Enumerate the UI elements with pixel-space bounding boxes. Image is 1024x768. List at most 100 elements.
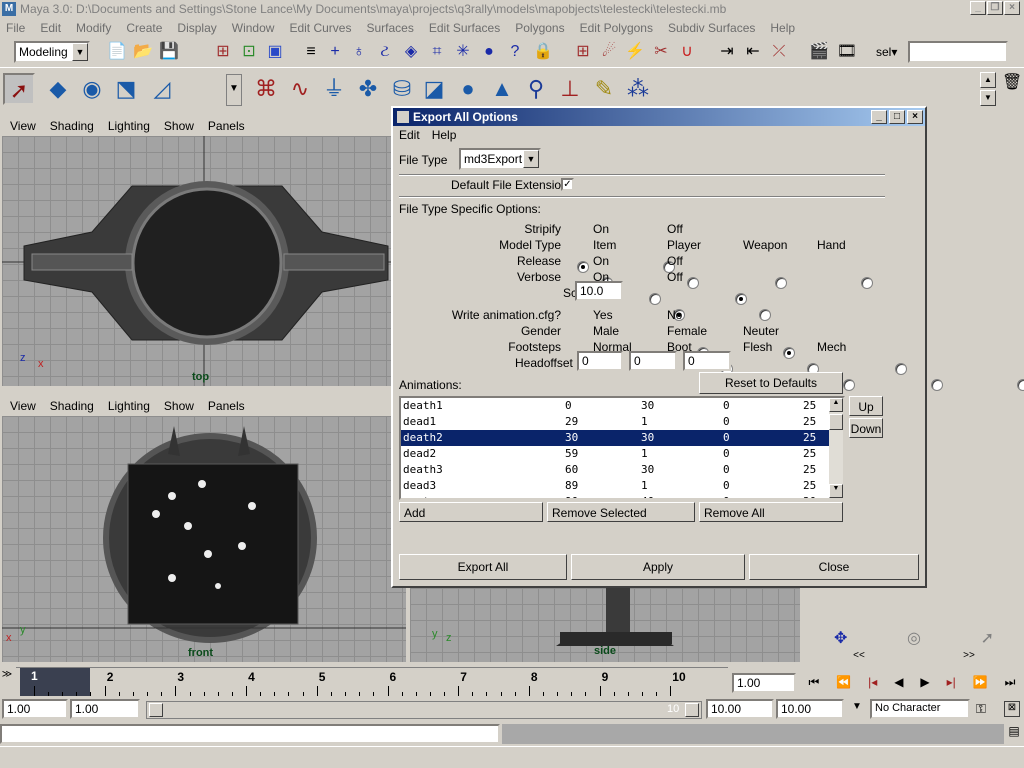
snap-grid-icon[interactable]: + (324, 41, 346, 63)
release-off-radio[interactable] (735, 292, 747, 305)
selection-mode-label[interactable]: sel▾ (876, 45, 897, 59)
nav-right[interactable]: >> (914, 650, 1024, 664)
apply-button[interactable]: Apply (571, 554, 745, 580)
model-type-hand-radio[interactable] (861, 276, 873, 289)
step-forward-icon[interactable]: ▸| (947, 675, 956, 689)
ipr-render-icon[interactable]: 🎞 (836, 41, 858, 63)
viewport-front[interactable]: View Shading Lighting Show Panels front y x (2, 396, 406, 662)
filter-icon[interactable]: ≡ (300, 41, 322, 63)
dialog-menu-help[interactable]: Help (432, 128, 457, 142)
step-back-key-icon[interactable]: ⏪ (836, 675, 851, 689)
viewport-menu-panels[interactable]: Panels (208, 119, 245, 133)
snap-magnet-icon[interactable]: ⚡ (624, 41, 646, 63)
viewport-menu-show[interactable]: Show (164, 119, 194, 133)
sphere-icon[interactable]: ● (452, 73, 484, 105)
select-hierarchy-icon[interactable]: ⊞ (212, 41, 234, 63)
timeline-track[interactable]: 1 2 3 4 5 6 7 8 9 10 (16, 667, 728, 697)
command-line[interactable] (0, 724, 500, 744)
lasso-tool-icon[interactable]: ◆ (42, 73, 74, 105)
minimize-button[interactable]: _ (970, 1, 986, 15)
export-all-button[interactable]: Export All (399, 554, 567, 580)
menu-file[interactable]: File (6, 21, 25, 35)
magnet-icon[interactable]: ∪ (676, 41, 698, 63)
dialog-close-button[interactable]: × (907, 110, 923, 124)
headoffset-x-field[interactable]: 0 (577, 351, 623, 371)
viewport-menu-lighting[interactable]: Lighting (108, 399, 150, 413)
play-forward-icon[interactable]: ▶ (920, 675, 929, 689)
go-end-icon[interactable]: ⏭ (1005, 675, 1016, 690)
output-icon[interactable]: ⇤ (742, 41, 764, 63)
animation-row[interactable]: dead1 29 1 0 25 (401, 414, 843, 430)
menu-help[interactable]: Help (770, 21, 795, 35)
cv-curve-icon[interactable]: ⌘ (250, 73, 282, 105)
menu-modify[interactable]: Modify (76, 21, 111, 35)
menu-subdiv-surfaces[interactable]: Subdiv Surfaces (668, 21, 755, 35)
scale-field[interactable]: 10.0 (575, 281, 623, 301)
headoffset-y-field[interactable]: 0 (629, 351, 677, 371)
range-handle-left[interactable] (149, 703, 163, 717)
menu-edit[interactable]: Edit (40, 21, 61, 35)
animation-row[interactable]: gesture 90 40 0 30 (401, 494, 843, 498)
input-icon[interactable]: ⇥ (716, 41, 738, 63)
select-object-icon[interactable]: ⊡ (238, 41, 260, 63)
menu-window[interactable]: Window (232, 21, 275, 35)
shelf-tabs-menu[interactable]: ▼ (226, 74, 242, 106)
render-globals-icon[interactable]: ✂ (650, 41, 672, 63)
release-on-radio[interactable] (649, 292, 661, 305)
up-button[interactable]: Up (849, 396, 883, 416)
playback-end-field[interactable]: 10.00 (706, 699, 774, 719)
open-scene-icon[interactable]: 📂 (132, 41, 154, 63)
animation-row[interactable]: death1 0 30 0 25 (401, 398, 843, 414)
particles-icon[interactable]: ⁂ (622, 73, 654, 105)
go-start-icon[interactable]: ⏮ (808, 675, 819, 690)
play-back-icon[interactable]: ◀ (894, 675, 903, 689)
extrude-icon[interactable]: ⛁ (386, 73, 418, 105)
menu-surfaces[interactable]: Surfaces (366, 21, 413, 35)
script-editor-icon[interactable]: ▤ (1006, 724, 1022, 744)
list-scrollbar[interactable]: ▲ ▼ (829, 398, 843, 498)
render-grid-icon[interactable]: ⊞ (572, 41, 594, 63)
ipr-icon[interactable]: ☄ (598, 41, 620, 63)
shelf-scroll-up[interactable]: ▲ (980, 72, 996, 88)
joint-icon[interactable]: ⚲ (520, 73, 552, 105)
menu-edit-polygons[interactable]: Edit Polygons (580, 21, 653, 35)
stripify-on-radio[interactable] (577, 260, 589, 273)
menu-display[interactable]: Display (177, 21, 216, 35)
snap-curve-icon[interactable]: ♁ (348, 41, 370, 63)
footsteps-mech-radio[interactable] (1017, 378, 1024, 391)
model-type-weapon-radio[interactable] (775, 276, 787, 289)
render-sphere-icon[interactable]: ● (478, 41, 500, 63)
menu-polygons[interactable]: Polygons (515, 21, 564, 35)
select-tool-icon[interactable]: ➚ (3, 73, 35, 105)
dialog-minimize-button[interactable]: _ (871, 110, 887, 124)
snap-surface-icon[interactable]: ⌗ (426, 41, 448, 63)
range-handle-right[interactable] (685, 703, 699, 717)
animations-list[interactable]: death1 0 30 0 25 dead1 29 1 0 25 death2 30 30 0 25 dead… (399, 396, 845, 500)
default-ext-checkbox[interactable]: ✓ (561, 178, 574, 191)
loft-icon[interactable]: ✤ (352, 73, 384, 105)
move-tool-icon[interactable]: ◉ (76, 73, 108, 105)
footsteps-flesh-radio[interactable] (931, 378, 943, 391)
animation-row[interactable]: death2 30 30 0 25 (401, 430, 843, 446)
remove-selected-button[interactable]: Remove Selected (547, 502, 695, 522)
viewport-side[interactable]: side y z (410, 588, 800, 662)
viewport-menu-show[interactable]: Show (164, 399, 194, 413)
range-bar[interactable]: 10 (146, 701, 702, 719)
viewport-menu-view[interactable]: View (10, 399, 36, 413)
scroll-thumb[interactable] (829, 414, 843, 430)
snap-view-icon[interactable]: ◈ (400, 41, 422, 63)
current-time-field[interactable]: 1.00 (732, 673, 796, 693)
chevron-down-icon[interactable]: ▼ (848, 701, 866, 719)
remove-all-button[interactable]: Remove All (699, 502, 843, 522)
down-button[interactable]: Down (849, 418, 883, 438)
select-component-icon[interactable]: ▣ (264, 41, 286, 63)
rotate-tool-icon[interactable]: ⬔ (110, 73, 142, 105)
model-type-player-radio[interactable] (687, 276, 699, 289)
move-manip-icon[interactable]: ✥ (804, 628, 877, 650)
viewport-menu-panels[interactable]: Panels (208, 399, 245, 413)
scroll-down-arrow-icon[interactable]: ▼ (829, 484, 843, 498)
gender-neuter-radio[interactable] (895, 362, 907, 375)
construction-history-icon[interactable]: ⤫ (768, 41, 790, 63)
viewport-menu-shading[interactable]: Shading (50, 399, 94, 413)
verbose-off-radio[interactable] (759, 308, 771, 321)
